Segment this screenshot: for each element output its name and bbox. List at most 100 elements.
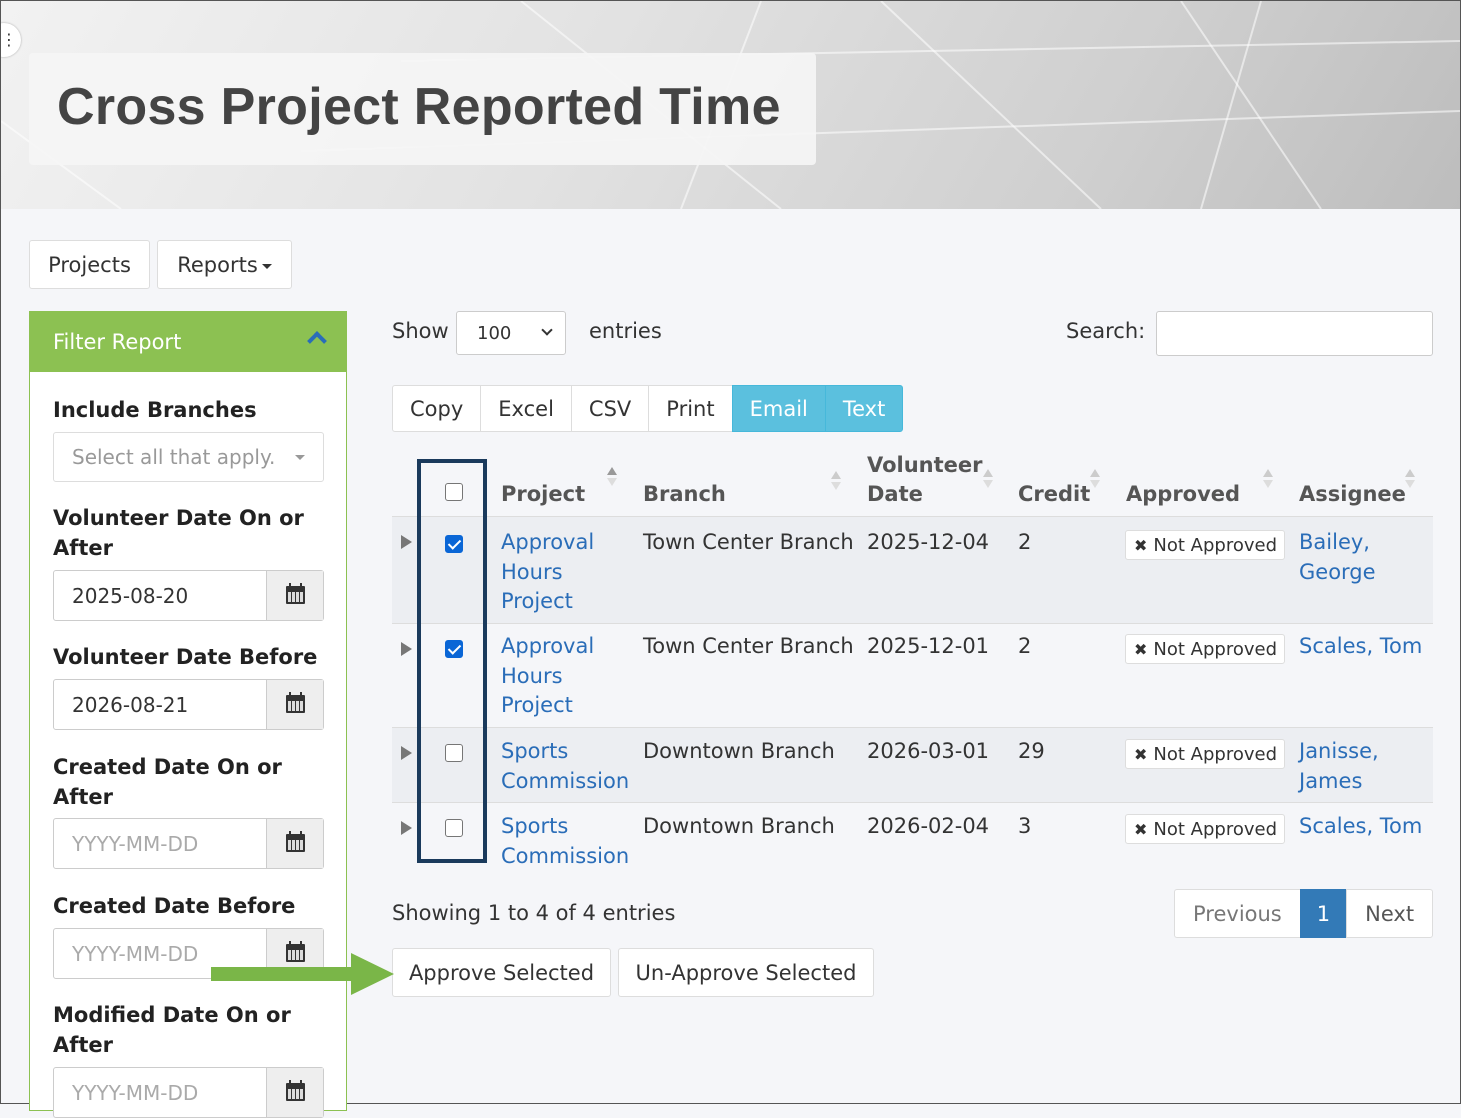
calendar-icon: [286, 692, 305, 713]
filter-panel-title: Filter Report: [53, 330, 182, 354]
branch-cell: Downtown Branch: [643, 739, 835, 763]
arrow-head: [351, 953, 394, 995]
include-branches-label: Include Branches: [53, 398, 257, 422]
sort-icon[interactable]: [983, 469, 993, 491]
previous-page-button[interactable]: Previous: [1174, 889, 1301, 938]
close-icon: ✖: [1134, 640, 1148, 659]
print-button[interactable]: Print: [648, 385, 733, 432]
checkbox-column-highlight: [417, 459, 487, 863]
project-line: Approval: [501, 634, 595, 658]
unapprove-selected-label: Un-Approve Selected: [635, 961, 857, 985]
calendar-button[interactable]: [266, 571, 323, 620]
show-label: Show: [392, 319, 449, 343]
table-row: Sports Commission Downtown Branch 2026-0…: [392, 727, 1433, 802]
sort-icon[interactable]: [1405, 469, 1415, 491]
status-badge: ✖ Not Approved: [1125, 530, 1285, 560]
assignee-line: Bailey,: [1299, 530, 1370, 554]
sort-icon[interactable]: [1263, 469, 1273, 491]
assignee-line: Scales, Tom: [1299, 814, 1423, 838]
column-header-volunteer-date[interactable]: Volunteer Date: [867, 451, 983, 509]
column-header-credit[interactable]: Credit: [1018, 480, 1090, 509]
calendar-icon: [286, 583, 305, 604]
projects-button-label: Projects: [48, 253, 131, 277]
project-link[interactable]: Approval Hours Project: [501, 528, 594, 617]
expand-row-icon[interactable]: [401, 642, 412, 656]
include-branches-placeholder: Select all that apply.: [72, 445, 276, 469]
date-cell: 2026-03-01: [867, 739, 990, 763]
modified-date-on-after-field[interactable]: YYYY-MM-DD: [53, 1067, 324, 1118]
calendar-button[interactable]: [266, 680, 323, 729]
page-length-value: 100: [477, 323, 512, 344]
entries-label: entries: [589, 319, 662, 343]
calendar-button[interactable]: [266, 1068, 323, 1117]
label-line: After: [53, 536, 114, 560]
filter-panel-header[interactable]: Filter Report: [30, 312, 346, 372]
credit-cell: 2: [1018, 530, 1032, 554]
status-badge: ✖ Not Approved: [1125, 739, 1285, 769]
next-page-button[interactable]: Next: [1346, 889, 1434, 938]
expand-row-icon[interactable]: [401, 535, 412, 549]
header-line: Volunteer: [867, 453, 983, 477]
copy-button[interactable]: Copy: [392, 385, 482, 432]
assignee-link[interactable]: Bailey, George: [1299, 528, 1376, 587]
select-caret-icon: [295, 455, 305, 460]
approve-selected-button[interactable]: Approve Selected: [392, 948, 611, 997]
column-header-project[interactable]: Project: [501, 480, 585, 509]
pagination: Previous 1 Next: [1174, 889, 1434, 938]
sort-icon[interactable]: [831, 471, 841, 493]
date-cell: 2026-02-04: [867, 814, 990, 838]
unapprove-selected-button[interactable]: Un-Approve Selected: [618, 948, 874, 997]
projects-button[interactable]: Projects: [29, 240, 150, 289]
search-input[interactable]: [1156, 311, 1433, 356]
reports-button-label: Reports: [177, 253, 258, 277]
page-length-select[interactable]: 100: [456, 311, 566, 355]
assignee-link[interactable]: Scales, Tom: [1299, 632, 1422, 662]
column-header-branch[interactable]: Branch: [643, 480, 726, 509]
assignee-link[interactable]: Scales, Tom: [1299, 812, 1422, 842]
column-header-assignee[interactable]: Assignee: [1299, 480, 1406, 509]
project-line: Project: [501, 589, 573, 613]
page-title: Cross Project Reported Time: [57, 78, 781, 136]
expand-row-icon[interactable]: [401, 821, 412, 835]
project-link[interactable]: Approval Hours Project: [501, 632, 594, 721]
calendar-button[interactable]: [266, 819, 323, 868]
volunteer-date-before-field[interactable]: 2026-08-21: [53, 679, 324, 730]
project-link[interactable]: Sports Commission: [501, 812, 629, 871]
label-line: After: [53, 785, 114, 809]
status-badge-label: Not Approved: [1153, 535, 1277, 556]
project-line: Sports: [501, 739, 569, 763]
column-header-approved[interactable]: Approved: [1126, 480, 1240, 509]
reports-dropdown-button[interactable]: Reports: [157, 240, 292, 289]
sort-icon[interactable]: [1090, 469, 1100, 491]
excel-button[interactable]: Excel: [480, 385, 572, 432]
assignee-line: George: [1299, 559, 1376, 584]
chevron-up-icon[interactable]: [307, 331, 327, 351]
arrow-shaft: [211, 967, 353, 981]
volunteer-date-on-after-field[interactable]: 2025-08-20: [53, 570, 324, 621]
assignee-link[interactable]: Janisse, James: [1299, 737, 1379, 796]
export-button-group: Copy Excel CSV Print Email Text: [392, 385, 904, 432]
project-line: Hours: [501, 559, 563, 584]
created-date-on-after-placeholder: YYYY-MM-DD: [72, 832, 199, 856]
csv-button[interactable]: CSV: [570, 385, 650, 432]
credit-cell: 2: [1018, 634, 1032, 658]
created-date-on-after-field[interactable]: YYYY-MM-DD: [53, 818, 324, 869]
include-branches-select[interactable]: Select all that apply.: [53, 432, 324, 482]
sort-icon[interactable]: [607, 467, 617, 489]
page-title-box: Cross Project Reported Time: [29, 53, 816, 165]
branch-cell: Town Center Branch: [643, 530, 854, 554]
calendar-icon: [286, 831, 305, 852]
date-cell: 2025-12-04: [867, 530, 990, 554]
header-banner: ⋮ Cross Project Reported Time: [1, 1, 1460, 209]
close-icon: ✖: [1134, 536, 1148, 555]
expand-row-icon[interactable]: [401, 746, 412, 760]
created-date-before-placeholder: YYYY-MM-DD: [72, 942, 199, 966]
text-button[interactable]: Text: [824, 385, 904, 432]
project-link[interactable]: Sports Commission: [501, 737, 629, 796]
volunteer-date-before-value: 2026-08-21: [72, 693, 189, 717]
page-1-button[interactable]: 1: [1299, 889, 1348, 938]
close-icon: ✖: [1134, 745, 1148, 764]
email-button[interactable]: Email: [731, 385, 826, 432]
status-badge: ✖ Not Approved: [1125, 634, 1285, 664]
status-badge-label: Not Approved: [1153, 744, 1277, 765]
